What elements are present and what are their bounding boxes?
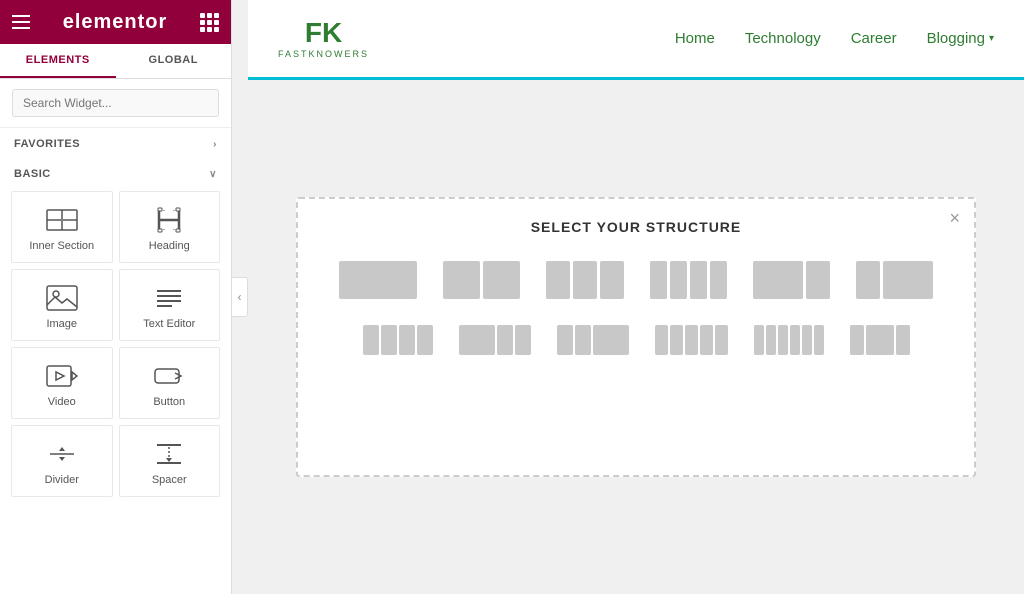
image-icon [46, 284, 78, 312]
tab-elements[interactable]: ELEMENTS [0, 44, 116, 78]
sidebar: elementor ELEMENTS GLOBAL FAVORITES › BA… [0, 0, 232, 594]
video-icon [46, 362, 78, 390]
divider-label: Divider [45, 474, 79, 486]
nav-blogging-label: Blogging [927, 30, 985, 47]
heading-label: Heading [149, 240, 190, 252]
text-editor-label: Text Editor [143, 318, 195, 330]
divider-icon [46, 440, 78, 468]
favorites-section[interactable]: FAVORITES › [0, 128, 231, 158]
spacer-icon [153, 440, 185, 468]
basic-label: BASIC [14, 168, 51, 180]
top-navigation: FK FASTKNOWERS Home Technology Career Bl… [248, 0, 1024, 80]
widget-grid: Inner Section Heading [0, 188, 231, 508]
spacer-label: Spacer [152, 474, 187, 486]
basic-section[interactable]: BASIC ∨ [0, 158, 231, 188]
popup-title: SELECT YOUR STRUCTURE [322, 219, 950, 235]
widget-heading[interactable]: Heading [119, 191, 221, 263]
structure-4narrow[interactable] [357, 319, 439, 361]
favorites-label: FAVORITES [14, 138, 80, 150]
structure-options [322, 255, 950, 361]
structure-6col[interactable] [748, 319, 830, 361]
nav-career[interactable]: Career [851, 30, 897, 47]
main-content: FK FASTKNOWERS Home Technology Career Bl… [248, 0, 1024, 594]
sidebar-header: elementor [0, 0, 231, 44]
widget-inner-section[interactable]: Inner Section [11, 191, 113, 263]
image-label: Image [46, 318, 77, 330]
sidebar-tabs: ELEMENTS GLOBAL [0, 44, 231, 79]
nav-links: Home Technology Career Blogging ▾ [675, 30, 994, 47]
structure-4col[interactable] [644, 255, 733, 305]
structure-row-1 [322, 255, 950, 305]
widget-spacer[interactable]: Spacer [119, 425, 221, 497]
structure-wide-2small[interactable] [453, 319, 537, 361]
collapse-sidebar-handle[interactable]: ‹ [232, 277, 248, 317]
structure-3col[interactable] [540, 255, 630, 305]
canvas-area: × SELECT YOUR STRUCTURE [248, 80, 1024, 594]
blogging-dropdown-chevron-icon: ▾ [989, 33, 994, 44]
heading-icon [153, 206, 185, 234]
structure-selector-popup: × SELECT YOUR STRUCTURE [296, 197, 976, 477]
structure-narrow-wide[interactable] [850, 255, 939, 305]
structure-row-2 [322, 319, 950, 361]
basic-arrow-icon: ∨ [209, 169, 217, 180]
structure-1col[interactable] [333, 255, 423, 305]
widget-text-editor[interactable]: Text Editor [119, 269, 221, 341]
structure-5col[interactable] [649, 319, 734, 361]
favorites-arrow-icon: › [213, 139, 217, 150]
apps-grid-icon[interactable] [200, 13, 219, 32]
hamburger-icon[interactable] [12, 15, 30, 29]
inner-section-label: Inner Section [29, 240, 94, 252]
widget-divider[interactable]: Divider [11, 425, 113, 497]
widget-button[interactable]: Button [119, 347, 221, 419]
search-wrapper [0, 79, 231, 128]
logo-subtitle: FASTKNOWERS [278, 49, 369, 59]
nav-blogging[interactable]: Blogging ▾ [927, 30, 994, 47]
widget-image[interactable]: Image [11, 269, 113, 341]
widget-video[interactable]: Video [11, 347, 113, 419]
video-label: Video [48, 396, 76, 408]
button-label: Button [153, 396, 185, 408]
button-icon [153, 362, 185, 390]
search-input[interactable] [12, 89, 219, 117]
nav-home[interactable]: Home [675, 30, 715, 47]
structure-2col[interactable] [437, 255, 526, 305]
nav-technology[interactable]: Technology [745, 30, 821, 47]
structure-small-wide-small[interactable] [844, 319, 916, 361]
text-editor-icon [153, 284, 185, 312]
structure-2small-wide[interactable] [551, 319, 635, 361]
site-logo: FK FASTKNOWERS [278, 19, 369, 59]
close-popup-button[interactable]: × [949, 209, 960, 227]
logo-text: FK [305, 19, 342, 47]
tab-global[interactable]: GLOBAL [116, 44, 232, 78]
structure-wide-narrow[interactable] [747, 255, 836, 305]
elementor-logo: elementor [63, 11, 168, 34]
inner-section-icon [46, 206, 78, 234]
